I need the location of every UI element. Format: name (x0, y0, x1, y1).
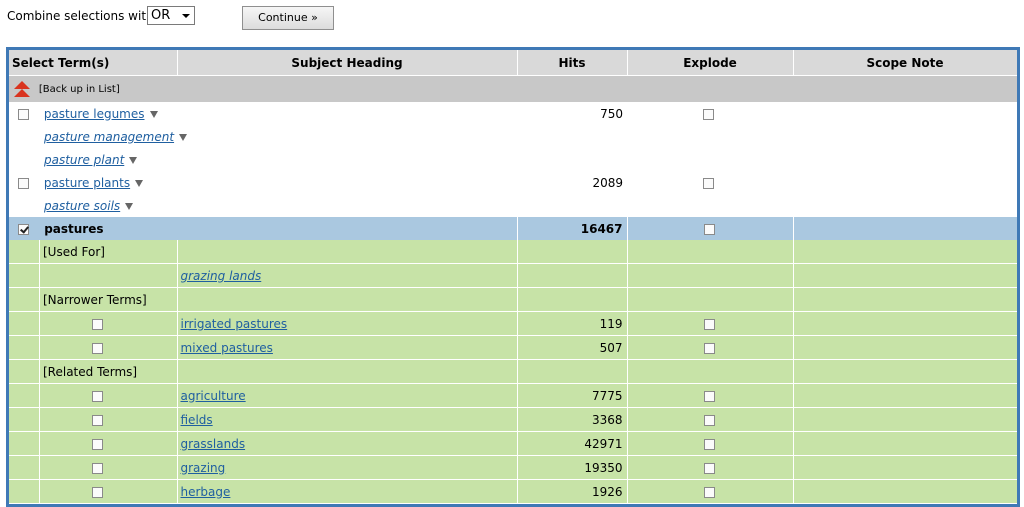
section-row-used-for: [Used For] (9, 240, 1017, 264)
table-header-row: Select Term(s) Subject Heading Hits Expl… (9, 50, 1017, 76)
chevron-down-icon (182, 14, 190, 18)
section-row-related: [Related Terms] (9, 359, 1017, 384)
explode-checkbox[interactable] (703, 177, 714, 189)
back-up-link[interactable]: [Back up in List] (39, 84, 120, 95)
hits-value: 119 (517, 311, 628, 336)
explode-checkbox[interactable] (703, 438, 715, 450)
expand-down-icon[interactable] (135, 179, 144, 187)
hits-value: 42971 (517, 431, 628, 456)
table-row: pasture legumes 750 (9, 102, 1017, 125)
term-link[interactable]: herbage (178, 485, 231, 499)
hits-value: 7775 (517, 383, 628, 408)
related-terms-label: [Related Terms] (43, 364, 138, 379)
header-select-terms: Select Term(s) (9, 50, 178, 76)
header-scope-note: Scope Note (793, 50, 1017, 76)
selected-term: pastures (44, 221, 104, 236)
narrower-terms-label: [Narrower Terms] (43, 292, 147, 307)
table-row: pasture soils (9, 194, 1017, 217)
header-subject-heading: Subject Heading (177, 50, 518, 76)
explode-checkbox[interactable] (703, 342, 715, 354)
expand-down-icon[interactable] (125, 202, 134, 210)
header-explode: Explode (627, 50, 794, 76)
toolbar: Combine selections with: OR Continue » (0, 0, 1024, 40)
table-row: irrigated pastures 119 (9, 311, 1017, 336)
term-link[interactable]: grasslands (178, 437, 246, 451)
table-row: fields 3368 (9, 407, 1017, 432)
hits-value: 507 (517, 335, 628, 360)
select-checkbox[interactable] (92, 390, 103, 402)
selected-term-row: pastures 16467 (9, 217, 1017, 240)
term-link[interactable]: pasture plant (44, 153, 124, 167)
select-checkbox[interactable] (18, 177, 29, 189)
hits-value: 3368 (517, 407, 628, 432)
explode-checkbox[interactable] (703, 390, 715, 402)
expand-down-icon[interactable] (149, 110, 158, 118)
select-checkbox[interactable] (92, 342, 103, 354)
section-row-narrower: [Narrower Terms] (9, 287, 1017, 312)
hits-value: 16467 (517, 217, 628, 240)
table-row: grazing 19350 (9, 455, 1017, 480)
term-link[interactable]: agriculture (178, 389, 246, 403)
combine-select[interactable]: OR (147, 6, 195, 25)
table-row: grasslands 42971 (9, 431, 1017, 456)
table-row: pasture management (9, 125, 1017, 148)
hits-value: 2089 (517, 171, 627, 194)
table-row: herbage 1926 (9, 479, 1017, 504)
term-link[interactable]: pasture management (44, 130, 174, 144)
select-checkbox[interactable] (92, 438, 103, 450)
hits-value: 1926 (517, 479, 628, 504)
expand-down-icon[interactable] (129, 156, 138, 164)
back-up-row: [Back up in List] (9, 75, 1017, 102)
combine-select-value: OR (151, 8, 171, 23)
hits-value: 750 (517, 102, 627, 125)
select-checkbox[interactable] (18, 108, 29, 120)
term-table-frame: Select Term(s) Subject Heading Hits Expl… (6, 47, 1020, 507)
table-row: agriculture 7775 (9, 383, 1017, 408)
select-checkbox[interactable] (92, 414, 103, 426)
term-link[interactable]: fields (178, 413, 213, 427)
term-link[interactable]: grazing lands (178, 269, 262, 283)
explode-checkbox[interactable] (703, 108, 714, 120)
used-for-label: [Used For] (43, 244, 105, 259)
term-link[interactable]: mixed pastures (178, 341, 273, 355)
term-table: Select Term(s) Subject Heading Hits Expl… (9, 50, 1017, 504)
table-row: grazing lands (9, 263, 1017, 288)
table-row: pasture plants 2089 (9, 171, 1017, 194)
table-row: mixed pastures 507 (9, 335, 1017, 360)
expand-down-icon[interactable] (179, 133, 188, 141)
explode-checkbox[interactable] (703, 486, 715, 498)
select-checkbox[interactable] (92, 318, 103, 330)
term-link[interactable]: grazing (178, 461, 226, 475)
table-row: pasture plant (9, 148, 1017, 171)
continue-button[interactable]: Continue » (242, 6, 334, 30)
hits-value: 19350 (517, 455, 628, 480)
select-checkbox-checked[interactable] (18, 223, 29, 235)
term-link[interactable]: pasture legumes (44, 107, 145, 121)
back-up-icon[interactable] (14, 81, 30, 97)
term-link[interactable]: pasture soils (44, 199, 120, 213)
select-checkbox[interactable] (92, 462, 103, 474)
header-hits: Hits (517, 50, 628, 76)
explode-checkbox[interactable] (703, 223, 715, 235)
combine-label: Combine selections with: (7, 9, 158, 23)
explode-checkbox[interactable] (703, 462, 715, 474)
explode-checkbox[interactable] (703, 414, 715, 426)
term-link[interactable]: pasture plants (44, 176, 130, 190)
term-link[interactable]: irrigated pastures (178, 317, 288, 331)
select-checkbox[interactable] (92, 486, 103, 498)
explode-checkbox[interactable] (703, 318, 715, 330)
